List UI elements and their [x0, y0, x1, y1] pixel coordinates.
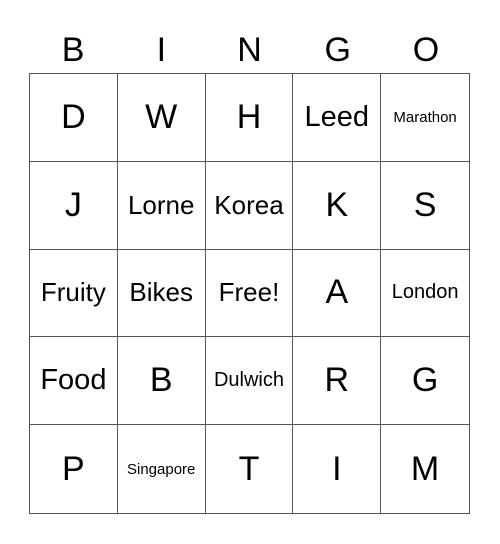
header-letter-b: B: [61, 31, 85, 69]
bingo-cell[interactable]: Fruity: [30, 249, 118, 338]
bingo-cell[interactable]: Singapore: [118, 425, 206, 513]
bingo-cell[interactable]: Free!: [205, 249, 294, 338]
bingo-cell[interactable]: S: [381, 162, 469, 250]
bingo-cell[interactable]: H: [205, 74, 294, 162]
bingo-cell[interactable]: J: [30, 161, 118, 250]
header-letter-n: N: [237, 31, 262, 69]
bingo-cell[interactable]: G: [381, 337, 469, 426]
bingo-cell[interactable]: M: [381, 425, 469, 513]
bingo-cell[interactable]: Korea: [205, 161, 294, 250]
bingo-cell[interactable]: Marathon: [381, 74, 469, 162]
bingo-cell[interactable]: Bikes: [117, 249, 206, 338]
bingo-cell[interactable]: R: [293, 337, 382, 426]
bingo-cell[interactable]: Lorne: [117, 161, 206, 250]
bingo-cell[interactable]: I: [293, 425, 382, 513]
bingo-cell[interactable]: W: [117, 74, 206, 162]
header-letter-g: G: [324, 31, 351, 69]
header-letter-i: I: [156, 31, 167, 69]
bingo-cell[interactable]: Food: [30, 337, 118, 426]
bingo-card-grid: D W H Leed Marathon J Lorne Korea K S Fruity Bikes F…: [29, 73, 470, 514]
bingo-cell[interactable]: A: [293, 249, 382, 338]
bingo-cell[interactable]: P: [30, 425, 118, 513]
bingo-cell[interactable]: K: [293, 161, 382, 250]
bingo-cell[interactable]: Dulwich: [205, 337, 294, 426]
bingo-cell[interactable]: Leed: [293, 74, 382, 162]
bingo-cell[interactable]: T: [206, 425, 294, 513]
bingo-header: B I N G O: [29, 28, 470, 72]
header-letter-o: O: [412, 31, 440, 69]
bingo-cell[interactable]: B: [117, 337, 206, 426]
bingo-cell[interactable]: London: [381, 250, 469, 338]
bingo-cell[interactable]: D: [30, 74, 118, 162]
